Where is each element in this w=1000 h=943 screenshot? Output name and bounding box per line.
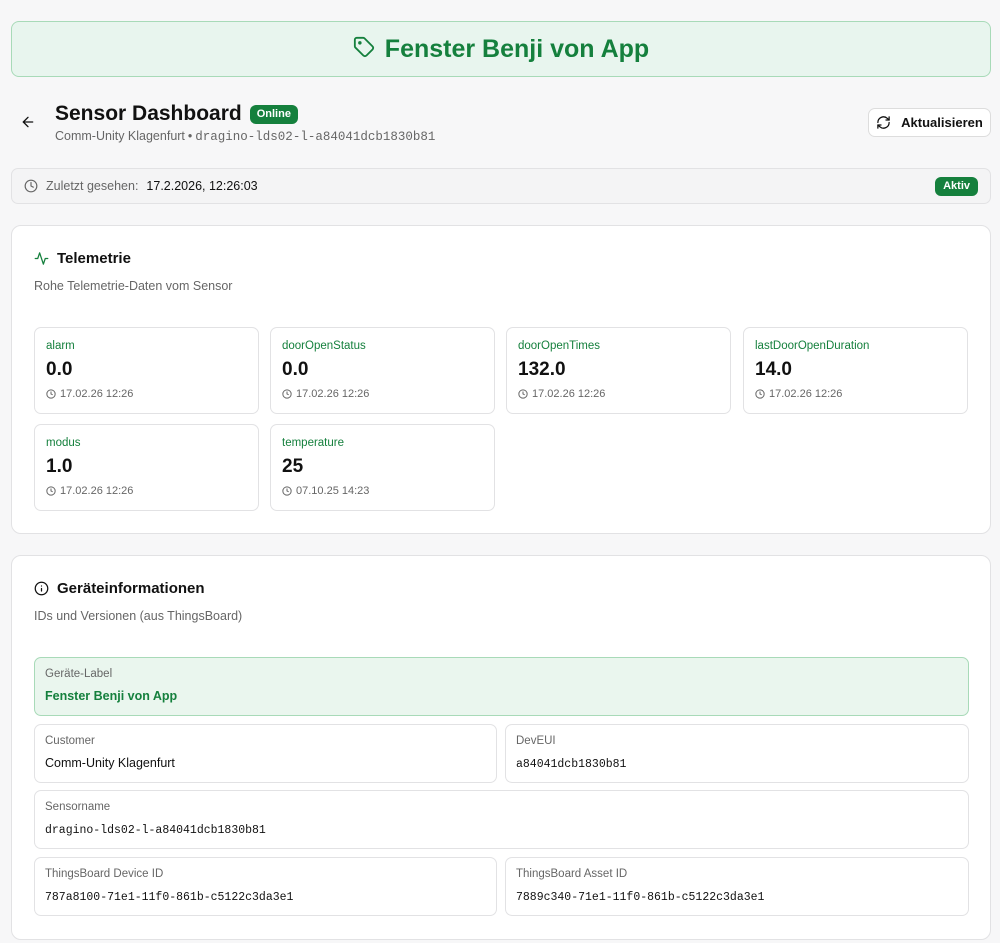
telemetry-time-text: 17.02.26 12:26 [532,388,606,400]
page-header: Sensor Dashboard Online Comm-Unity Klage… [18,100,992,150]
refresh-button[interactable]: Aktualisieren [868,108,991,137]
clock-icon [46,486,56,496]
field-label: Geräte-Label [45,668,113,680]
telemetry-value: 132.0 [518,359,566,380]
subtitle-separator: • [187,129,193,143]
telemetry-key: modus [46,437,81,449]
telemetry-time-text: 17.02.26 12:26 [296,388,370,400]
telemetry-tile-door-open-times: doorOpenTimes 132.0 17.02.26 12:26 [506,327,731,414]
activity-icon [34,252,49,265]
field-label: DevEUI [516,735,556,747]
clock-icon [24,179,38,193]
page-title: Sensor Dashboard [55,102,242,125]
sensorname-field: Sensorname dragino-lds02-l-a84041dcb1830… [34,790,969,849]
info-icon [34,581,49,596]
field-label: ThingsBoard Asset ID [516,868,628,880]
page-subtitle: Comm-Unity Klagenfurt • dragino-lds02-l-a8… [55,129,435,144]
telemetry-time-text: 17.02.26 12:26 [60,485,134,497]
device-id-field: ThingsBoard Device ID 787a8100-71e1-11f0… [34,857,497,916]
device-info-title: Geräteinformationen [34,580,205,597]
refresh-label: Aktualisieren [901,115,983,130]
refresh-icon [877,116,890,129]
field-value: 7889c340-71e1-11f0-861b-c5122c3da3e1 [516,891,765,904]
customer-field: Customer Comm-Unity Klagenfurt [34,724,497,783]
device-label-field: Geräte-Label Fenster Benji von App [34,657,969,716]
active-badge: Aktiv [935,176,978,196]
arrow-left-icon [22,116,34,128]
telemetry-key: lastDoorOpenDuration [755,340,870,352]
telemetry-card: Telemetrie Rohe Telemetrie-Daten vom Sen… [11,225,991,534]
telemetry-title: Telemetrie [34,250,131,267]
clock-icon [755,389,765,399]
field-value: Fenster Benji von App [45,689,178,703]
telemetry-title-text: Telemetrie [57,250,131,267]
telemetry-key: doorOpenTimes [518,340,601,352]
clock-icon [282,389,292,399]
field-value: a84041dcb1830b81 [516,758,627,771]
last-seen-bar: Zuletzt gesehen: 17.2.2026, 12:26:03 Akt… [11,168,991,204]
telemetry-time-text: 07.10.25 14:23 [296,485,370,497]
telemetry-key: doorOpenStatus [282,340,366,352]
clock-icon [518,389,528,399]
telemetry-value: 1.0 [46,456,73,477]
device-label-banner: Fenster Benji von App [11,21,991,77]
telemetry-tile-alarm: alarm 0.0 17.02.26 12:26 [34,327,259,414]
status-badge: Online [249,104,298,124]
field-label: ThingsBoard Device ID [45,868,164,880]
telemetry-time-text: 17.02.26 12:26 [769,388,843,400]
asset-id-field: ThingsBoard Asset ID 7889c340-71e1-11f0-… [505,857,969,916]
field-value: Comm-Unity Klagenfurt [45,756,175,770]
telemetry-timestamp: 17.02.26 12:26 [46,388,133,400]
clock-icon [46,389,56,399]
telemetry-time-text: 17.02.26 12:26 [60,388,134,400]
back-button[interactable] [18,110,38,134]
telemetry-description: Rohe Telemetrie-Daten vom Sensor [34,279,233,293]
last-seen-value: 17.2.2026, 12:26:03 [146,179,258,193]
telemetry-key: temperature [282,437,345,449]
telemetry-value: 14.0 [755,359,792,380]
tag-icon [353,36,375,63]
telemetry-tile-modus: modus 1.0 17.02.26 12:26 [34,424,259,511]
telemetry-value: 0.0 [46,359,73,380]
telemetry-tile-last-door-open-duration: lastDoorOpenDuration 14.0 17.02.26 12:26 [743,327,968,414]
telemetry-key: alarm [46,340,75,352]
device-info-card: Geräteinformationen IDs und Versionen (a… [11,555,991,940]
clock-icon [282,486,292,496]
field-label: Customer [45,735,95,747]
telemetry-timestamp: 17.02.26 12:26 [755,388,842,400]
telemetry-tile-temperature: temperature 25 07.10.25 14:23 [270,424,495,511]
field-label: Sensorname [45,801,111,813]
banner-title: Fenster Benji von App [384,34,650,63]
telemetry-timestamp: 07.10.25 14:23 [282,485,369,497]
field-value: 787a8100-71e1-11f0-861b-c5122c3da3e1 [45,891,294,904]
telemetry-value: 25 [282,456,304,477]
telemetry-timestamp: 17.02.26 12:26 [518,388,605,400]
telemetry-timestamp: 17.02.26 12:26 [46,485,133,497]
device-info-description: IDs und Versionen (aus ThingsBoard) [34,609,243,623]
telemetry-timestamp: 17.02.26 12:26 [282,388,369,400]
sensor-name: dragino-lds02-l-a84041dcb1830b81 [195,130,436,144]
deveui-field: DevEUI a84041dcb1830b81 [505,724,969,783]
telemetry-tile-door-open-status: doorOpenStatus 0.0 17.02.26 12:26 [270,327,495,414]
customer-name: Comm-Unity Klagenfurt [55,129,185,143]
telemetry-value: 0.0 [282,359,309,380]
field-value: dragino-lds02-l-a84041dcb1830b81 [45,824,266,837]
last-seen-label: Zuletzt gesehen: [46,179,139,193]
device-info-title-text: Geräteinformationen [57,580,205,597]
